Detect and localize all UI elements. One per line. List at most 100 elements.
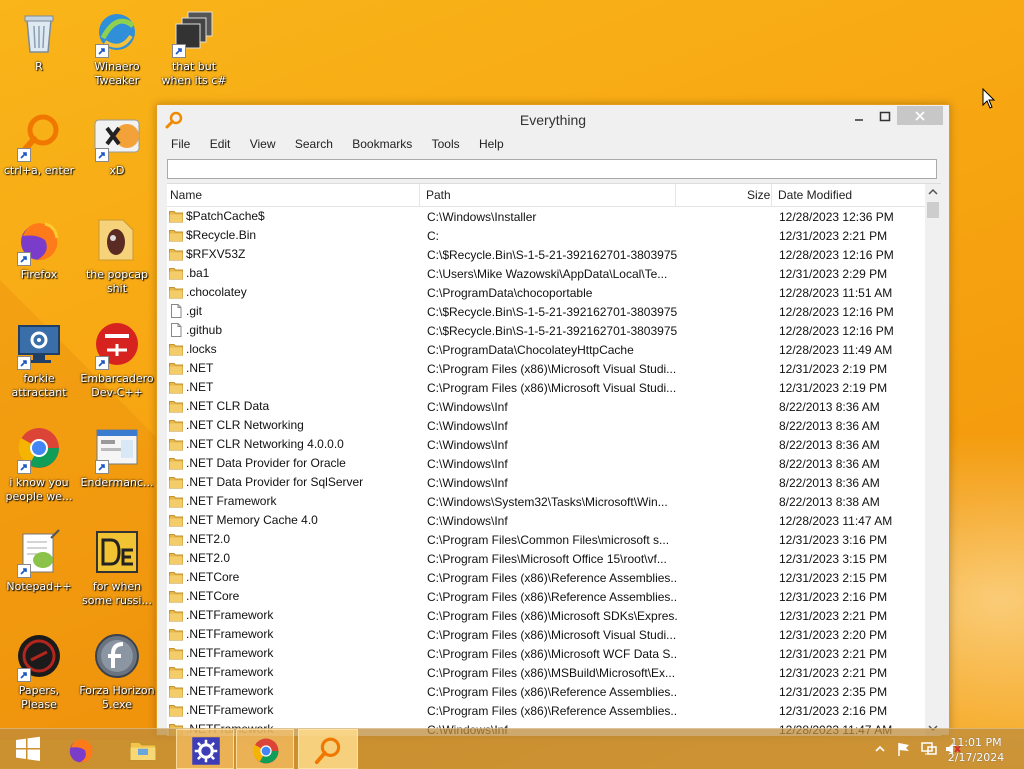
start-button[interactable] <box>0 729 58 769</box>
table-row[interactable]: .NET Data Provider for Oracle C:\Windows\… <box>167 454 925 473</box>
shortcut-arrow-icon <box>17 252 31 266</box>
row-date-modified: 8/22/2013 8:38 AM <box>779 495 880 509</box>
table-row[interactable]: .NETCore C:\Program Files (x86)\Reference… <box>167 568 925 587</box>
clock[interactable]: 11:01 PM 2/17/2024 <box>946 735 1006 765</box>
table-row[interactable]: .NET CLR Data C:\Windows\Inf 8/22/2013 8:3… <box>167 397 925 416</box>
results-list[interactable]: Name Path Size Date Modified $PatchCache… <box>167 183 941 736</box>
scrollbar-thumb[interactable] <box>927 202 939 218</box>
row-date-modified: 12/31/2023 2:19 PM <box>779 362 888 376</box>
table-row[interactable]: .NET C:\Program Files (x86)\Microsoft Vis… <box>167 359 925 378</box>
row-date-modified: 12/31/2023 2:15 PM <box>779 571 888 585</box>
table-row[interactable]: .NETFramework C:\Program Files (x86)\Refe… <box>167 701 925 720</box>
desktop-icon-forza[interactable]: Forza Horizon 5.exe <box>79 632 155 712</box>
table-row[interactable]: .ba1 C:\Users\Mike Wazowski\AppData\Local… <box>167 264 925 283</box>
scroll-up-icon[interactable] <box>925 184 941 200</box>
desktop-icon-endermanch[interactable]: Endermanc... <box>79 424 155 490</box>
table-row[interactable]: .NETFramework C:\Program Files (x86)\Micr… <box>167 625 925 644</box>
desktop-icon-recycle-bin[interactable]: R <box>1 8 77 74</box>
table-row[interactable]: .NET2.0 C:\Program Files\Common Files\mic… <box>167 530 925 549</box>
desktop-icon-notepadpp[interactable]: Notepad++ <box>1 528 77 594</box>
menu-help[interactable]: Help <box>471 135 512 151</box>
table-row[interactable]: .NET2.0 C:\Program Files\Microsoft Office… <box>167 549 925 568</box>
maximize-button[interactable] <box>871 107 899 127</box>
row-date-modified: 12/31/2023 3:16 PM <box>779 533 888 547</box>
taskbar: 11:01 PM 2/17/2024 <box>0 728 1024 769</box>
desktop-icon-for-when[interactable]: for when some russi... <box>79 528 155 608</box>
table-row[interactable]: .NET Framework C:\Windows\System32\Tasks\… <box>167 492 925 511</box>
menu-file[interactable]: File <box>163 135 198 151</box>
everything-window[interactable]: Everything File Edit View Search Bookmar… <box>156 104 950 736</box>
column-name[interactable]: Name <box>170 188 202 202</box>
table-row[interactable]: .NET CLR Networking C:\Windows\Inf 8/22/20… <box>167 416 925 435</box>
row-path: C:\Program Files\Microsoft Office 15\roo… <box>427 552 667 566</box>
table-row[interactable]: .NETFramework C:\Program Files (x86)\Refe… <box>167 682 925 701</box>
table-row[interactable]: $PatchCache$ C:\Windows\Installer 12/28/20… <box>167 207 925 226</box>
desktop-icon-papers-please[interactable]: Papers, Please <box>1 632 77 712</box>
search-input[interactable] <box>167 159 937 179</box>
column-separator[interactable] <box>771 184 772 206</box>
table-row[interactable]: .NET Data Provider for SqlServer C:\Windo… <box>167 473 925 492</box>
action-center-flag-icon[interactable] <box>896 741 912 757</box>
menu-search[interactable]: Search <box>287 135 341 151</box>
row-name: .NET CLR Networking 4.0.0.0 <box>169 437 344 451</box>
desktop-icon-xd[interactable]: xD <box>79 112 155 178</box>
table-row[interactable]: .NETFramework C:\Program Files (x86)\MSBu… <box>167 663 925 682</box>
maximize-icon <box>879 111 891 122</box>
column-separator[interactable] <box>419 184 420 206</box>
table-row[interactable]: .github C:\$Recycle.Bin\S-1-5-21-39216270… <box>167 321 925 340</box>
column-size[interactable]: Size <box>747 188 770 202</box>
menu-view[interactable]: View <box>242 135 284 151</box>
desktop-icon-chrome-shortcut[interactable]: i know you people we... <box>1 424 77 504</box>
show-hidden-icons-icon[interactable] <box>874 743 886 755</box>
desktop-icon-label: R <box>35 60 43 73</box>
table-row[interactable]: .NETFramework C:\Program Files (x86)\Micr… <box>167 644 925 663</box>
desktop-icon-ctrl-a-enter[interactable]: ctrl+a, enter <box>1 112 77 178</box>
table-row[interactable]: .git C:\$Recycle.Bin\S-1-5-21-392162701-3… <box>167 302 925 321</box>
vertical-scrollbar[interactable] <box>925 184 941 736</box>
desktop-icon-forkie[interactable]: forkie attractant <box>1 320 77 400</box>
desktop-icon-label: Forza Horizon 5.exe <box>79 684 155 711</box>
network-icon[interactable] <box>920 741 938 757</box>
folder-icon <box>169 211 183 223</box>
minimize-button[interactable] <box>845 107 873 127</box>
table-row[interactable]: $RFXV53Z C:\$Recycle.Bin\S-1-5-21-3921627… <box>167 245 925 264</box>
shortcut-arrow-icon <box>17 564 31 578</box>
column-path[interactable]: Path <box>426 188 451 202</box>
table-row[interactable]: .NET C:\Program Files (x86)\Microsoft Vis… <box>167 378 925 397</box>
menu-bar: File Edit View Search Bookmarks Tools He… <box>157 135 949 155</box>
desktop-icon-that-but-when[interactable]: that but when its c# <box>156 8 232 88</box>
desktop-icon-firefox[interactable]: Firefox <box>1 216 77 282</box>
table-row[interactable]: .NETFramework C:\Program Files (x86)\Micr… <box>167 606 925 625</box>
row-path: C:\Program Files (x86)\Microsoft Visual … <box>427 628 677 642</box>
column-date-modified[interactable]: Date Modified <box>778 188 852 202</box>
table-row[interactable]: .NET Memory Cache 4.0 C:\Windows\Inf 12/28… <box>167 511 925 530</box>
desktop-icon-winaero-tweaker[interactable]: Winaero Tweaker <box>79 8 155 88</box>
row-name: .NET <box>169 380 213 394</box>
folder-icon <box>169 534 183 546</box>
row-date-modified: 12/28/2023 11:47 AM <box>779 514 893 528</box>
column-separator[interactable] <box>675 184 676 206</box>
stacked-windows-icon <box>170 8 218 58</box>
row-name-text: .NET <box>186 361 214 375</box>
taskbar-firefox[interactable] <box>52 729 110 769</box>
table-row[interactable]: .NET CLR Networking 4.0.0.0 C:\Windows\In… <box>167 435 925 454</box>
taskbar-settings-app[interactable] <box>176 729 234 769</box>
desktop-icon-popcap[interactable]: the popcap shit <box>79 216 155 296</box>
taskbar-everything[interactable] <box>298 729 358 769</box>
taskbar-chrome[interactable] <box>236 729 294 769</box>
table-row[interactable]: $Recycle.Bin C: 12/31/2023 2:21 PM <box>167 226 925 245</box>
row-name-text: .NETFramework <box>186 703 274 717</box>
close-button[interactable] <box>897 106 943 125</box>
title-bar[interactable]: Everything <box>157 105 949 135</box>
row-date-modified: 8/22/2013 8:36 AM <box>779 438 880 452</box>
row-name: .NET2.0 <box>169 532 230 546</box>
folder-icon <box>169 287 183 299</box>
menu-bookmarks[interactable]: Bookmarks <box>344 135 420 151</box>
menu-edit[interactable]: Edit <box>202 135 239 151</box>
table-row[interactable]: .NETCore C:\Program Files (x86)\Reference… <box>167 587 925 606</box>
table-row[interactable]: .locks C:\ProgramData\ChocolateyHttpCache… <box>167 340 925 359</box>
taskbar-file-explorer[interactable] <box>114 729 172 769</box>
table-row[interactable]: .chocolatey C:\ProgramData\chocoportable 1… <box>167 283 925 302</box>
menu-tools[interactable]: Tools <box>424 135 468 151</box>
desktop-icon-devcpp[interactable]: Embarcadero Dev-C++ <box>79 320 155 400</box>
